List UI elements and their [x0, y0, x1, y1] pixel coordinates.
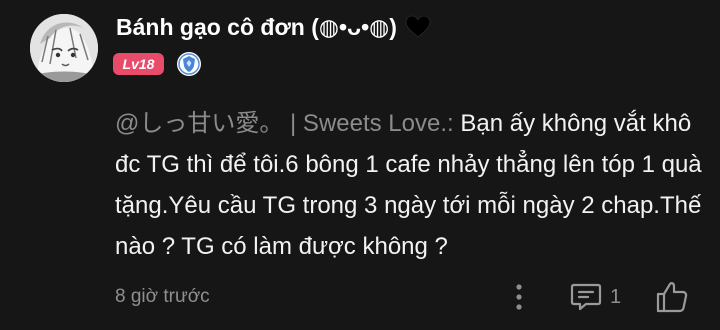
- anime-avatar-icon: [30, 14, 98, 82]
- reply-count: 1: [610, 285, 622, 308]
- comment-icon: [570, 283, 602, 311]
- comment-card: Bánh gạo cô đơn (◍•ᴗ•◍) Lv18 @しっ甘い愛。 | S…: [0, 0, 720, 330]
- username[interactable]: Bánh gạo cô đơn (◍•ᴗ•◍): [116, 14, 431, 44]
- shield-member-icon: [176, 51, 202, 77]
- reply-button[interactable]: 1: [570, 281, 621, 313]
- level-badge: Lv18: [113, 53, 164, 75]
- thumbs-up-icon: [656, 282, 688, 313]
- like-button[interactable]: [655, 280, 689, 314]
- mention-link[interactable]: @しっ甘い愛。 | Sweets Love.:: [115, 110, 454, 137]
- black-heart-icon: [405, 15, 431, 44]
- avatar[interactable]: [30, 14, 98, 82]
- timestamp: 8 giờ trước: [115, 286, 210, 307]
- more-vertical-icon: [516, 284, 522, 310]
- comment-text: @しっ甘い愛。 | Sweets Love.: Bạn ấy không vắt…: [115, 103, 705, 267]
- more-options-button[interactable]: [508, 280, 530, 314]
- username-text: Bánh gạo cô đơn (◍•ᴗ•◍): [116, 14, 397, 40]
